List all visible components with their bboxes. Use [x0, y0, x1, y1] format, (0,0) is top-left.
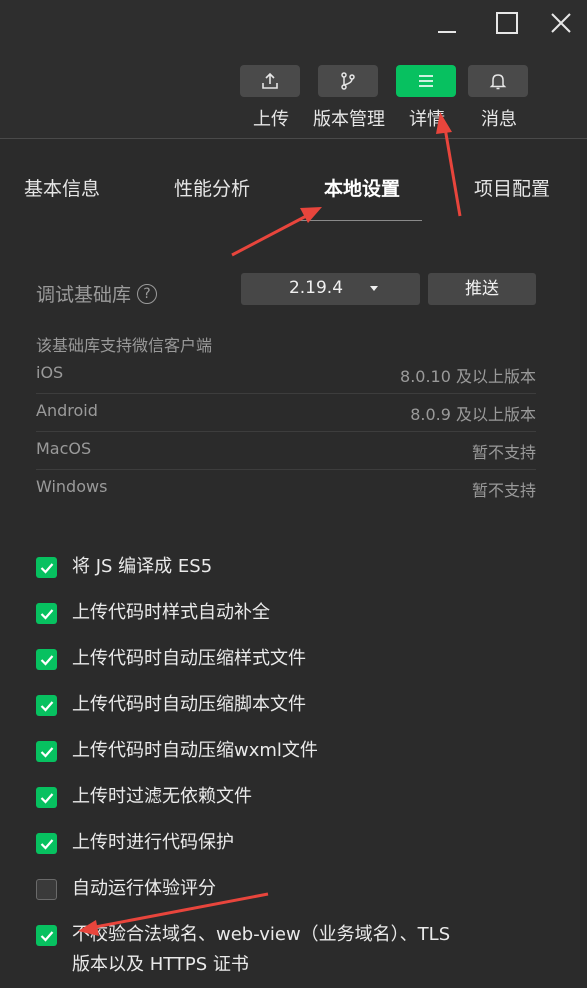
- platform-version: 暂不支持: [471, 443, 536, 462]
- platform-name: Android: [36, 401, 98, 420]
- checkbox-checked[interactable]: [36, 557, 57, 578]
- option-label: 上传代码时自动压缩脚本文件: [72, 694, 306, 715]
- checkbox-checked[interactable]: [36, 603, 57, 624]
- platform-row: MacOS 暂不支持: [36, 431, 536, 470]
- upload-button[interactable]: 上传: [240, 65, 302, 130]
- platform-version: 8.0.9 及以上版本: [410, 405, 536, 424]
- option-minify-script[interactable]: 上传代码时自动压缩脚本文件: [36, 693, 306, 720]
- option-filter-unused-files[interactable]: 上传时过滤无依赖文件: [36, 785, 252, 812]
- option-label: 不校验合法域名、web-view（业务域名）、TLS 版本以及 HTTPS 证书: [72, 920, 450, 980]
- version-management-button[interactable]: 版本管理: [313, 65, 385, 130]
- top-bar: 上传 版本管理 详情 消息: [0, 0, 587, 139]
- option-minify-style[interactable]: 上传代码时自动压缩样式文件: [36, 647, 306, 674]
- details-button[interactable]: 详情: [396, 65, 458, 130]
- tab-performance[interactable]: 性能分析: [174, 174, 250, 201]
- minimize-icon[interactable]: [427, 4, 467, 42]
- sdk-label-row: 调试基础库 ?: [36, 280, 158, 307]
- maximize-icon[interactable]: [487, 4, 527, 42]
- checkbox-checked[interactable]: [36, 787, 57, 808]
- checkbox-checked[interactable]: [36, 741, 57, 762]
- option-style-autocomplete[interactable]: 上传代码时样式自动补全: [36, 601, 270, 628]
- tab-basic-info[interactable]: 基本信息: [24, 174, 100, 201]
- push-button[interactable]: 推送: [428, 273, 536, 305]
- platform-name: Windows: [36, 477, 108, 496]
- option-label: 上传时进行代码保护: [72, 832, 234, 853]
- help-icon[interactable]: ?: [137, 283, 158, 304]
- chevron-down-icon: [370, 286, 378, 291]
- option-label: 上传代码时自动压缩wxml文件: [72, 740, 318, 761]
- option-label: 上传代码时自动压缩样式文件: [72, 648, 306, 669]
- checkbox-unchecked[interactable]: [36, 879, 57, 900]
- option-label-line-2: 版本以及 HTTPS 证书: [72, 954, 249, 975]
- sdk-label: 调试基础库: [36, 284, 132, 306]
- tab-local-settings[interactable]: 本地设置: [324, 174, 400, 201]
- option-code-protection[interactable]: 上传时进行代码保护: [36, 831, 234, 858]
- checkbox-checked[interactable]: [36, 833, 57, 854]
- sdk-support-note: 该基础库支持微信客户端: [36, 336, 213, 355]
- active-tab-indicator: [300, 220, 422, 221]
- menu-icon: [396, 65, 456, 97]
- option-label: 将 JS 编译成 ES5: [72, 556, 213, 577]
- version-management-label: 版本管理: [313, 109, 385, 130]
- checkbox-checked[interactable]: [36, 695, 57, 716]
- tab-project-config[interactable]: 项目配置: [474, 174, 550, 201]
- platform-name: iOS: [36, 363, 64, 382]
- platform-version: 暂不支持: [471, 481, 536, 500]
- option-minify-wxml[interactable]: 上传代码时自动压缩wxml文件: [36, 739, 318, 766]
- upload-icon: [240, 65, 300, 97]
- platform-name: MacOS: [36, 439, 92, 458]
- option-label: 自动运行体验评分: [72, 878, 216, 899]
- checkbox-checked[interactable]: [36, 925, 57, 946]
- option-skip-domain-check[interactable]: 不校验合法域名、web-view（业务域名）、TLS 版本以及 HTTPS 证书: [36, 923, 450, 980]
- settings-tabs: 基本信息 性能分析 本地设置 项目配置: [0, 160, 587, 220]
- option-auto-experience-score[interactable]: 自动运行体验评分: [36, 877, 216, 904]
- messages-label: 消息: [481, 109, 517, 130]
- sdk-version-select[interactable]: 2.19.4: [241, 273, 420, 305]
- option-label-line-1: 不校验合法域名、web-view（业务域名）、TLS: [72, 924, 451, 945]
- close-icon[interactable]: [541, 4, 581, 42]
- platform-row: iOS 8.0.10 及以上版本: [36, 355, 536, 394]
- option-label: 上传时过滤无依赖文件: [72, 786, 252, 807]
- checkbox-checked[interactable]: [36, 649, 57, 670]
- platform-row: Android 8.0.9 及以上版本: [36, 393, 536, 432]
- platform-version: 8.0.10 及以上版本: [400, 367, 536, 386]
- option-compile-es5[interactable]: 将 JS 编译成 ES5: [36, 555, 212, 582]
- platform-row: Windows 暂不支持: [36, 469, 536, 507]
- option-label: 上传代码时样式自动补全: [72, 602, 270, 623]
- upload-label: 上传: [253, 109, 289, 130]
- branch-icon: [318, 65, 378, 97]
- messages-button[interactable]: 消息: [468, 65, 530, 130]
- bell-icon: [468, 65, 528, 97]
- sdk-version-value: 2.19.4: [288, 278, 344, 298]
